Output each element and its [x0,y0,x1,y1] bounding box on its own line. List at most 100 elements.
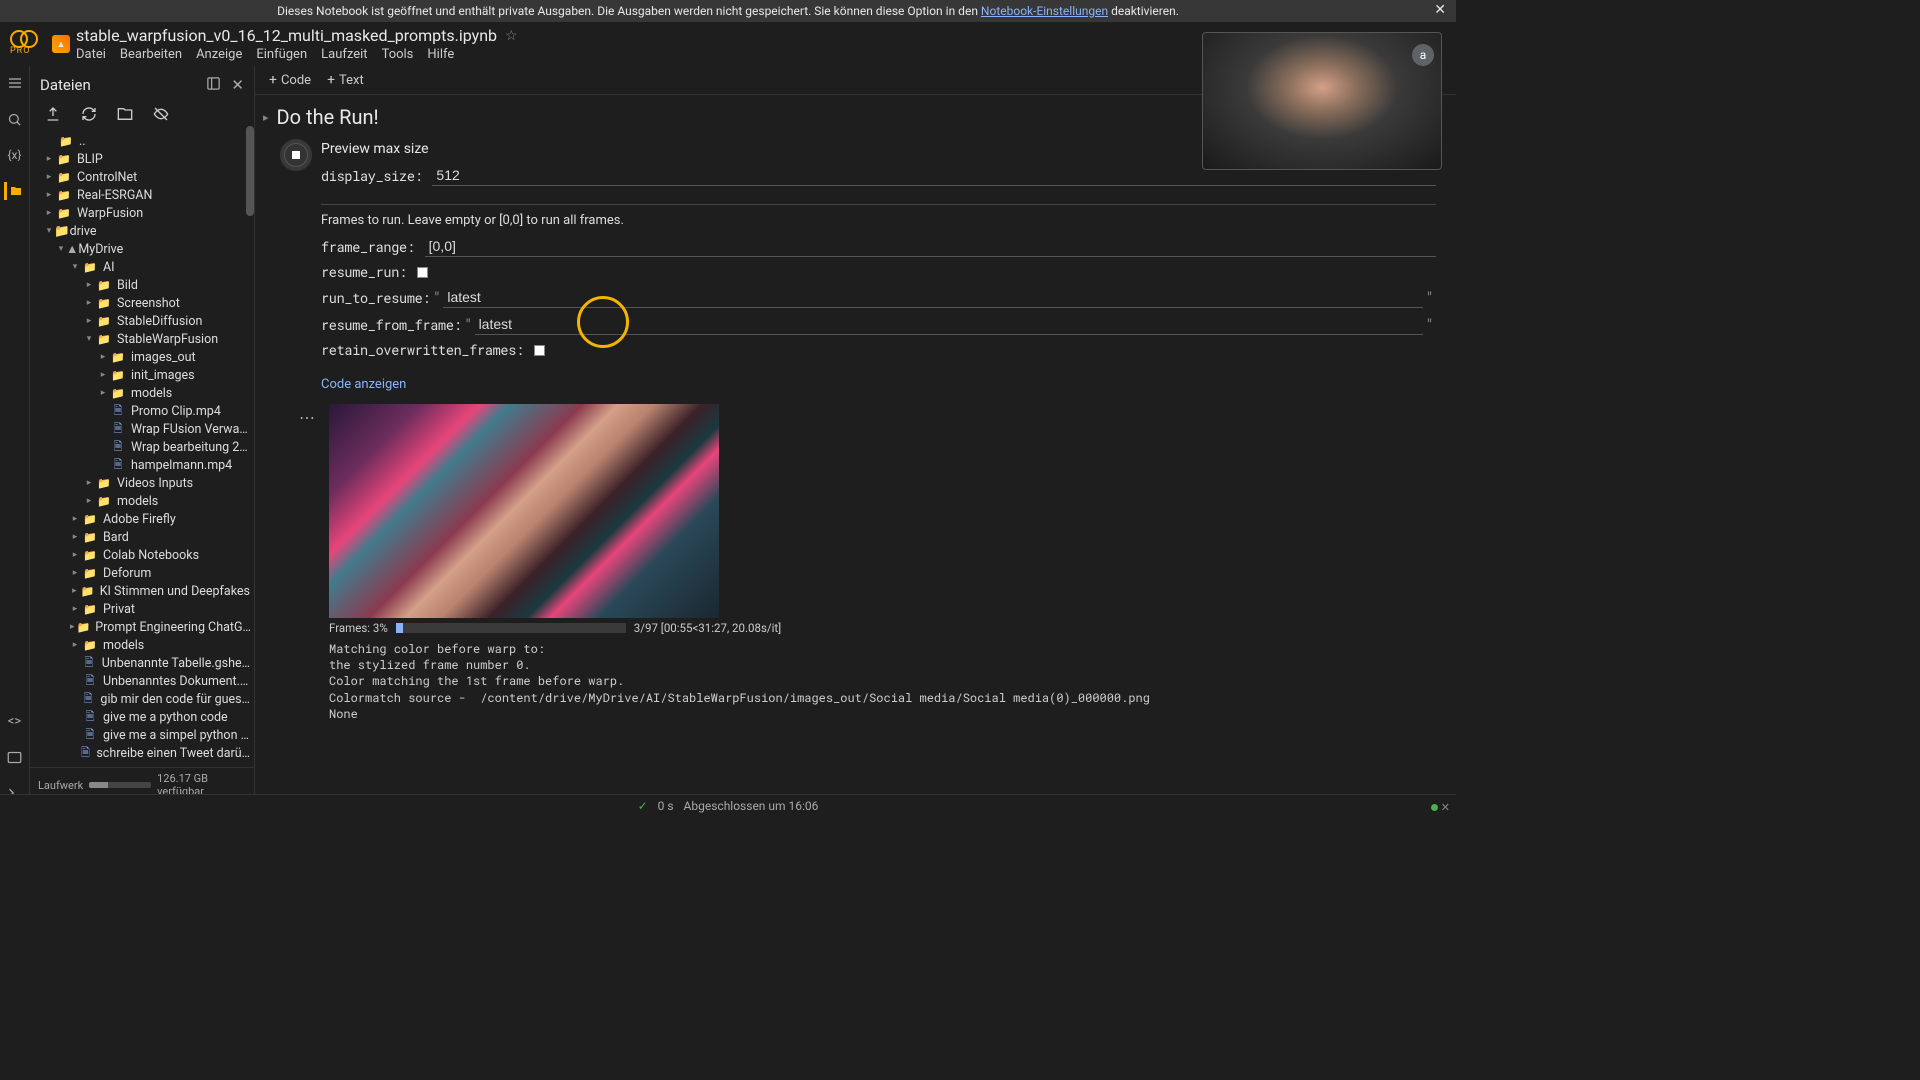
tree-folder[interactable]: ▸📁Real-ESRGAN [34,186,250,204]
notebook-main: +Code +Text ▸ Do the Run! Preview max si… [255,66,1456,802]
resume-run-label: resume_run: [321,263,407,281]
tree-folder[interactable]: ▸📁Adobe Firefly [34,510,250,528]
notebook-icon: ▲ [52,35,70,53]
frame-range-label: frame_range: [321,238,415,256]
quota-label: Laufwerk [38,779,83,792]
files-icon[interactable] [4,182,22,200]
tree-folder[interactable]: ▸📁Bard [34,528,250,546]
tree-folder[interactable]: ▸📁BLIP [34,150,250,168]
add-code-button[interactable]: +Code [263,70,317,90]
tree-file[interactable]: 🗎gib mir den code für gues… [34,690,250,708]
notebook-settings-link[interactable]: Notebook-Einstellungen [981,4,1108,18]
close-status-icon[interactable]: ✕ [1441,801,1450,814]
run-cell-button[interactable] [284,143,308,167]
close-sidebar-icon[interactable]: ✕ [231,76,244,94]
colab-logo[interactable]: PRO [10,30,42,58]
progress-info: 3/97 [00:55<31:27, 20.08s/it] [634,621,781,635]
refresh-icon[interactable] [80,106,100,124]
close-icon[interactable]: ✕ [1434,2,1446,18]
menu-tools[interactable]: Tools [382,47,414,62]
tree-file[interactable]: 🗎Unbenannte Tabelle.gshe… [34,654,250,672]
frame-range-input[interactable] [425,236,1436,257]
run-to-resume-input[interactable] [443,287,1423,308]
tree-folder[interactable]: ▸📁images_out [34,348,250,366]
code-snippets-icon[interactable]: <> [6,712,24,730]
webcam-overlay [1202,32,1442,170]
resume-run-checkbox[interactable] [417,267,428,278]
connection-status-icon [1431,804,1438,811]
terminal-icon[interactable] [6,748,24,766]
more-menu-icon[interactable]: ⋯ [299,408,317,427]
tree-file[interactable]: 🗎Unbenanntes Dokument.… [34,672,250,690]
star-icon[interactable]: ☆ [505,28,518,44]
tree-folder[interactable]: ▸📁init_images [34,366,250,384]
tree-folder[interactable]: ▸📁models [34,384,250,402]
section-title: Do the Run! [277,105,379,129]
tree-folder[interactable]: ▾▲MyDrive [34,240,250,258]
collapse-arrow-icon[interactable]: ▸ [263,111,269,124]
tree-folder[interactable]: ▸📁WarpFusion [34,204,250,222]
menu-runtime[interactable]: Laufzeit [321,47,367,62]
tree-folder[interactable]: ▾📁StableWarpFusion [34,330,250,348]
tree-folder[interactable]: ▾📁AI [34,258,250,276]
menu-help[interactable]: Hilfe [427,47,454,62]
tree-file[interactable]: 🗎schreibe einen Tweet darü… [34,744,250,762]
menu-icon[interactable] [6,74,24,92]
upload-icon[interactable] [44,106,64,124]
resume-from-frame-label: resume_from_frame: [321,316,461,334]
sidebar-scrollbar[interactable] [246,126,254,216]
tree-folder[interactable]: ▸📁StableDiffusion [34,312,250,330]
add-text-button[interactable]: +Text [321,70,370,90]
run-to-resume-label: run_to_resume: [321,289,430,307]
mount-drive-icon[interactable] [116,106,136,124]
tree-file[interactable]: 🗎Promo Clip.mp4 [34,402,250,420]
tree-folder[interactable]: ▸📁Videos Inputs [34,474,250,492]
tree-folder[interactable]: ▸📁Colab Notebooks [34,546,250,564]
tree-file[interactable]: 🗎give me a simpel python … [34,726,250,744]
tree-folder[interactable]: ▸📁KI Stimmen und Deepfakes [34,582,250,600]
output-preview-image [329,404,719,618]
search-icon[interactable] [6,110,24,128]
tree-folder[interactable]: ▸📁Bild [34,276,250,294]
tree-file[interactable]: 🗎give me a python code [34,708,250,726]
notebook-scroll[interactable]: ▸ Do the Run! Preview max size display_s… [255,95,1456,802]
sidebar-title: Dateien [40,76,91,94]
menubar: Datei Bearbeiten Anzeige Einfügen Laufze… [76,47,518,62]
private-outputs-banner: Dieses Notebook ist geöffnet und enthält… [0,0,1456,22]
hidden-files-icon[interactable] [152,106,172,124]
status-bar: ✓ 0 s Abgeschlossen um 16:06 ✕ [0,794,1456,816]
tree-file[interactable]: 🗎Wrap bearbeitung 2… [34,438,250,456]
menu-insert[interactable]: Einfügen [256,47,307,62]
tree-folder[interactable]: ▸📁models [34,492,250,510]
frames-description: Frames to run. Leave empty or [0,0] to r… [321,213,1436,228]
new-window-icon[interactable] [206,76,221,94]
tree-folder[interactable]: ▾📁drive [34,222,250,240]
tree-folder[interactable]: ▸📁ControlNet [34,168,250,186]
retain-overwritten-label: retain_overwritten_frames: [321,341,524,359]
variables-icon[interactable]: {x} [6,146,24,164]
user-avatar[interactable]: a [1412,44,1434,66]
tree-parent[interactable]: 📁.. [34,132,250,150]
menu-view[interactable]: Anzeige [196,47,242,62]
progress-bar [396,623,626,633]
file-tree[interactable]: 📁.. ▸📁BLIP ▸📁ControlNet ▸📁Real-ESRGAN ▸📁… [30,132,254,767]
quote-mark: " [461,315,474,334]
quote-mark: " [1423,288,1436,307]
tree-folder[interactable]: ▸📁Deforum [34,564,250,582]
show-code-link[interactable]: Code anzeigen [321,377,406,392]
tree-file[interactable]: 🗎hampelmann.mp4 [34,456,250,474]
tree-folder[interactable]: ▸📁Prompt Engineering ChatG… [34,618,250,636]
menu-edit[interactable]: Bearbeiten [120,47,182,62]
tree-folder[interactable]: ▸📁Screenshot [34,294,250,312]
menu-file[interactable]: Datei [76,47,106,62]
banner-text-after: deaktivieren. [1108,4,1179,18]
output-log: Matching color before warp to: the styli… [329,641,1436,722]
banner-text-before: Dieses Notebook ist geöffnet und enthält… [277,4,981,18]
tree-file[interactable]: 🗎Wrap FUsion Verwa… [34,420,250,438]
retain-overwritten-checkbox[interactable] [534,345,545,356]
check-icon: ✓ [638,799,648,813]
document-title[interactable]: stable_warpfusion_v0_16_12_multi_masked_… [76,26,497,45]
resume-from-frame-input[interactable] [475,314,1423,335]
tree-folder[interactable]: ▸📁models [34,636,250,654]
tree-folder[interactable]: ▸📁Privat [34,600,250,618]
